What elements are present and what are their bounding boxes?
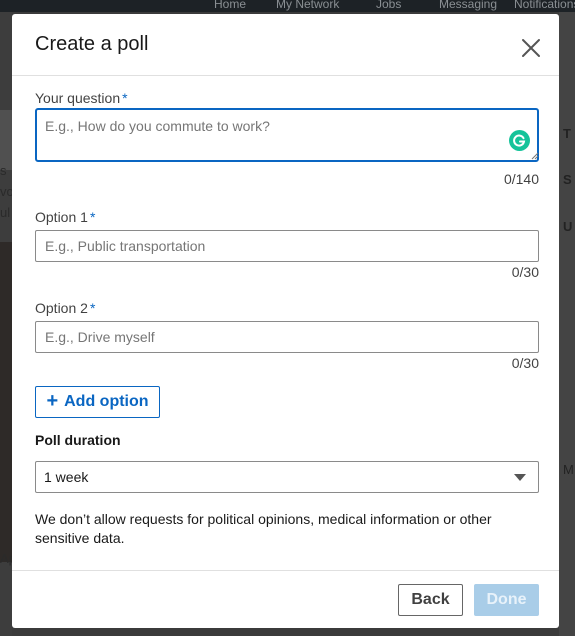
plus-icon: + [46,390,59,412]
close-button[interactable] [520,37,542,59]
nav-item-my-network: My Network [276,0,340,11]
nav-item-home: Home [214,0,247,11]
poll-duration-value: 1 week [44,469,89,485]
option1-label: Option 1 * [35,209,96,225]
poll-duration-select[interactable]: 1 week [35,461,539,493]
option2-char-counter: 0/30 [511,355,539,371]
add-option-button[interactable]: + Add option [35,386,160,418]
nav-item-jobs: Jobs [376,0,402,11]
back-button[interactable]: Back [398,584,463,616]
grammarly-icon[interactable] [509,130,530,151]
option2-input[interactable] [36,322,538,352]
dialog-footer: Back Done [12,570,559,628]
question-input[interactable] [37,110,537,160]
done-button[interactable]: Done [474,584,539,616]
nav-item-notifications: Notifications [514,0,575,11]
add-option-label: Add option [64,393,149,410]
background-right-column [559,12,575,636]
chevron-down-icon [514,474,526,481]
close-icon [522,39,540,57]
background-left-text: ul [0,205,11,220]
option1-input[interactable] [36,231,538,261]
background-left-column [0,12,12,636]
background-nav-bar: Home My Network Jobs Messaging Notificat… [0,0,575,12]
background-right-text: T [563,126,571,141]
question-field [35,108,539,162]
option1-char-counter: 0/30 [511,264,539,280]
poll-duration-label: Poll duration [35,432,121,448]
dialog-header: Create a poll [12,14,559,76]
sensitive-data-disclaimer: We don’t allow requests for political op… [35,511,492,546]
question-char-counter: 0/140 [503,171,539,187]
dialog-title: Create a poll [35,33,149,55]
nav-item-messaging: Messaging [439,0,498,11]
option2-label: Option 2 * [35,300,96,316]
required-mark: * [89,209,96,225]
option1-field [35,230,539,262]
background-right-text: S [563,172,572,187]
background-left-text: s [0,163,7,178]
required-mark: * [89,300,96,316]
required-mark: * [122,90,128,106]
option2-field [35,321,539,353]
question-label: Your question * [35,90,128,106]
create-poll-dialog: Create a poll Your question* 0/140 Optio… [12,14,559,628]
resize-handle-icon[interactable] [531,152,539,160]
background-right-text: M [563,462,574,477]
background-right-text: U [563,219,573,234]
